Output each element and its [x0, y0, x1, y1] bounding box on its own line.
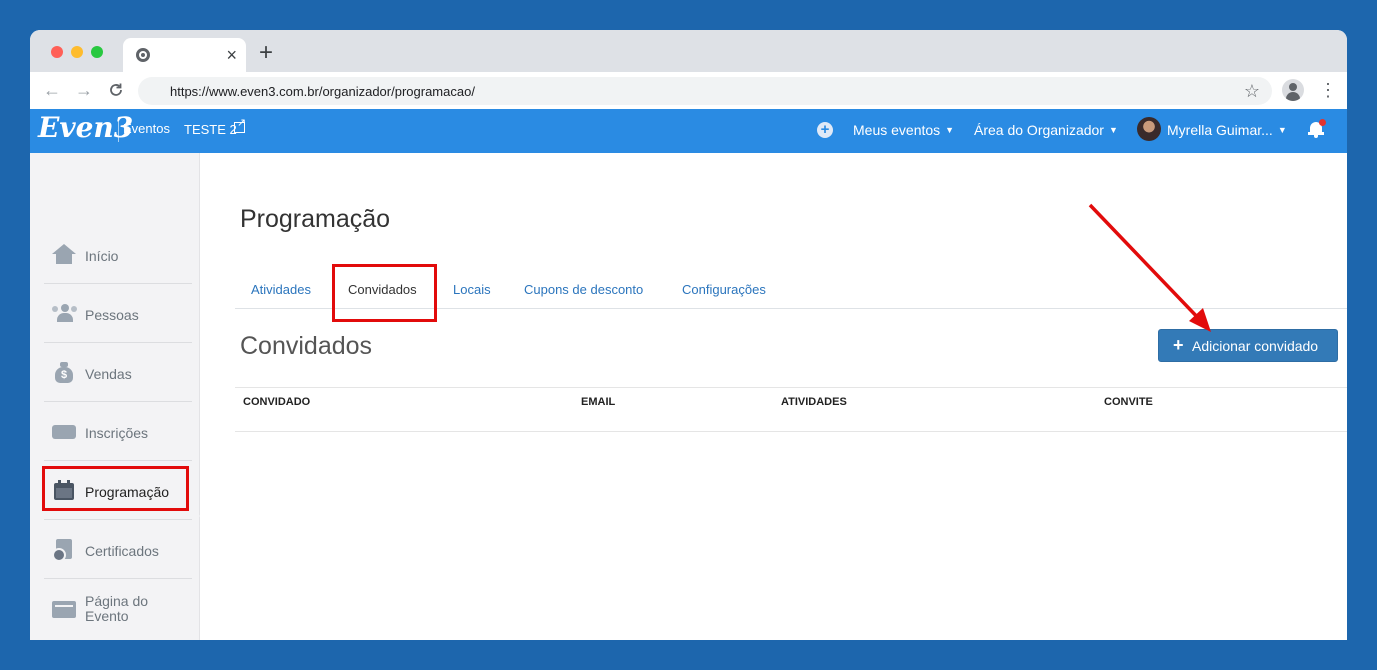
chrome-icon [136, 48, 150, 62]
sidebar-item-inscricoes[interactable]: Inscrições [44, 403, 192, 461]
sidebar-item-label: Pessoas [85, 307, 139, 323]
sidebar-item-pessoas[interactable]: Pessoas [44, 285, 192, 343]
sidebar: Início Pessoas $ Vendas Inscrições Progr… [30, 153, 200, 640]
column-header-convite[interactable]: CONVITE [1104, 396, 1153, 408]
browser-window: × + ← → https://www.even3.com.br/organiz… [30, 30, 1347, 640]
page-title: Programação [240, 205, 391, 233]
tab-locais[interactable]: Locais [453, 282, 491, 297]
address-bar[interactable]: https://www.even3.com.br/organizador/pro… [138, 77, 1272, 105]
sidebar-item-label: Página do Evento [85, 593, 149, 624]
sidebar-item-pagina-do-evento[interactable]: Página do Evento [44, 580, 192, 638]
tab-atividades[interactable]: Atividades [251, 282, 311, 297]
tab-cupons-de-desconto[interactable]: Cupons de desconto [524, 282, 643, 297]
guests-table-header: CONVIDADO EMAIL ATIVIDADES CONVITE [235, 387, 1347, 432]
logo-divider [118, 120, 119, 142]
area-organizador-menu[interactable]: Área do Organizador ▼ [974, 122, 1118, 138]
sidebar-item-certificados[interactable]: Certificados [44, 521, 192, 579]
column-header-email[interactable]: EMAIL [581, 396, 615, 408]
browser-toolbar: ← → https://www.even3.com.br/organizador… [30, 72, 1347, 110]
column-header-atividades[interactable]: ATIVIDADES [781, 396, 847, 408]
caret-down-icon: ▼ [945, 125, 955, 135]
browser-menu-icon[interactable]: ⋮ [1319, 80, 1337, 100]
back-arrow-icon[interactable]: ← [43, 79, 61, 101]
sidebar-item-label: Inscrições [85, 425, 149, 441]
user-name-label: Myrella Guimar... [1167, 122, 1273, 138]
close-window-button[interactable] [51, 46, 63, 58]
forward-arrow-icon[interactable]: → [75, 79, 93, 101]
reload-icon[interactable] [108, 79, 124, 104]
user-avatar[interactable] [1137, 117, 1161, 141]
add-guest-label: Adicionar convidado [1192, 338, 1319, 354]
meus-eventos-menu[interactable]: Meus eventos ▼ [853, 122, 954, 138]
money-bag-icon: $ [52, 362, 76, 383]
app-header: Even3 Eventos TESTE 2 + Meus eventos▼ Ár… [30, 109, 1347, 153]
url-text[interactable]: https://www.even3.com.br/organizador/pro… [170, 84, 475, 99]
add-event-icon[interactable]: + [817, 122, 833, 138]
caret-down-icon: ▼ [1108, 125, 1118, 135]
ticket-icon [52, 421, 76, 441]
event-name-link[interactable]: TESTE 2 [184, 122, 237, 137]
new-tab-button[interactable]: + [259, 41, 273, 65]
section-label[interactable]: Eventos [123, 121, 170, 136]
close-tab-icon[interactable]: × [226, 45, 237, 65]
column-header-convidado[interactable]: CONVIDADO [243, 396, 310, 408]
browser-profile-icon[interactable] [1282, 79, 1304, 101]
page-icon [52, 598, 76, 618]
caret-down-icon: ▼ [1277, 125, 1287, 135]
bookmark-star-icon[interactable]: ☆ [1244, 81, 1260, 102]
sidebar-item-label: Vendas [85, 366, 132, 382]
people-icon [52, 303, 77, 323]
user-menu[interactable]: Myrella Guimar... ▼ [1167, 122, 1287, 138]
tab-configuracoes[interactable]: Configurações [682, 282, 766, 297]
notification-badge [1319, 119, 1326, 126]
home-icon [52, 244, 76, 264]
annotation-arrow [1088, 203, 1211, 332]
sidebar-item-label: Certificados [85, 543, 159, 559]
sidebar-item-inicio[interactable]: Início [44, 226, 192, 284]
tab-strip: × + [30, 30, 1347, 72]
section-title: Convidados [240, 332, 373, 360]
minimize-window-button[interactable] [71, 46, 83, 58]
browser-tab[interactable]: × [123, 38, 246, 72]
highlight-box-convidados-tab [332, 264, 437, 322]
notifications-bell-icon[interactable] [1307, 119, 1327, 141]
certificate-icon [52, 539, 76, 562]
external-link-icon[interactable] [234, 116, 246, 133]
meus-eventos-label: Meus eventos [853, 122, 941, 138]
maximize-window-button[interactable] [91, 46, 103, 58]
area-organizador-label: Área do Organizador [974, 122, 1104, 138]
sidebar-item-vendas[interactable]: $ Vendas [44, 344, 192, 402]
highlight-box-programacao [42, 466, 189, 511]
sidebar-item-label: Início [85, 248, 119, 264]
active-item-pointer [193, 509, 200, 523]
